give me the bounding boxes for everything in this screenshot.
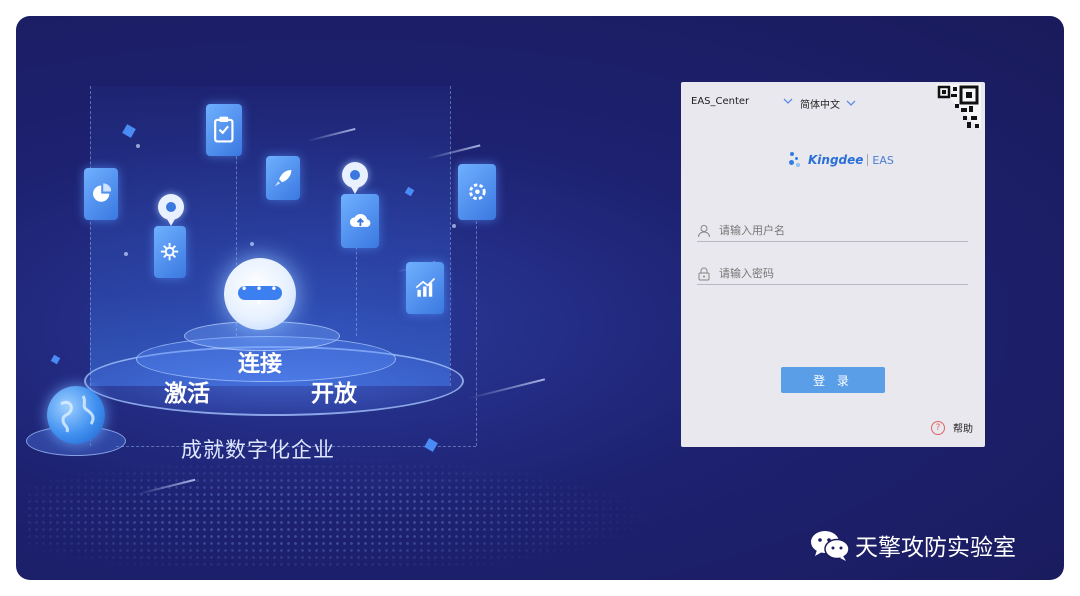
brand-name: Kingdee — [808, 153, 864, 167]
dashed-guide — [476, 216, 477, 446]
globe-icon — [47, 386, 105, 444]
qr-code-icon[interactable] — [935, 84, 981, 130]
bar-chart-card-icon — [406, 262, 444, 314]
login-screen: • • • • 连接 激活 开放 成就数字化企业 EAS_Center 简体中文 — [16, 16, 1064, 580]
world-map-dots — [26, 456, 646, 566]
light-streak — [466, 378, 546, 400]
hero-illustration: • • • • 连接 激活 开放 成就数字化企业 — [16, 16, 656, 580]
kingdee-logo-icon — [789, 152, 805, 168]
user-icon — [698, 224, 710, 237]
password-orb-icon: • • • • — [224, 258, 296, 330]
username-field[interactable] — [697, 220, 968, 242]
language-select-value: 简体中文 — [800, 100, 840, 111]
floating-shard — [424, 438, 438, 452]
lock-icon — [698, 267, 710, 280]
help-icon: ? — [931, 420, 945, 435]
username-input[interactable] — [719, 224, 959, 237]
dashed-guide — [450, 86, 451, 386]
kingdee-eas-logo: Kingdee EAS — [789, 152, 894, 168]
floating-shard — [50, 354, 61, 365]
wechat-icon — [811, 531, 850, 561]
brand-divider — [867, 154, 869, 166]
settings-card-icon — [458, 164, 496, 220]
tag-activate: 激活 — [164, 381, 210, 407]
clipboard-card-icon — [206, 104, 242, 156]
gear-card-icon — [154, 226, 186, 278]
slogan-text: 成就数字化企业 — [181, 438, 335, 462]
chevron-down-icon[interactable] — [783, 96, 793, 107]
pie-chart-card-icon — [84, 168, 118, 220]
password-input[interactable] — [719, 267, 959, 280]
login-panel: EAS_Center 简体中文 Kingdee EAS 请输入用户名 登 录 ?… — [681, 82, 985, 447]
help-link[interactable]: ? 帮助 — [931, 420, 973, 435]
help-label: 帮助 — [953, 424, 973, 435]
chevron-down-icon[interactable] — [846, 98, 856, 109]
location-pin-icon — [342, 162, 368, 194]
rocket-card-icon — [266, 156, 300, 200]
location-pin-icon — [158, 194, 184, 226]
tag-connect: 连接 — [238, 352, 283, 377]
server-select-value: EAS_Center — [691, 96, 750, 107]
watermark-text: 天擎攻防实验室 — [855, 535, 1016, 561]
tag-open: 开放 — [311, 381, 357, 407]
product-name: EAS — [872, 153, 894, 167]
wechat-watermark: 天擎攻防实验室 — [809, 528, 1016, 562]
sparkle-dot — [136, 144, 140, 148]
sparkle-dot — [250, 242, 254, 246]
language-select[interactable]: 简体中文 — [800, 96, 856, 111]
login-button[interactable]: 登 录 — [781, 367, 885, 393]
sparkle-dot — [124, 252, 128, 256]
password-field[interactable] — [697, 263, 968, 285]
sparkle-dot — [452, 224, 456, 228]
cloud-upload-card-icon — [341, 194, 379, 248]
server-select[interactable]: EAS_Center — [691, 96, 793, 107]
